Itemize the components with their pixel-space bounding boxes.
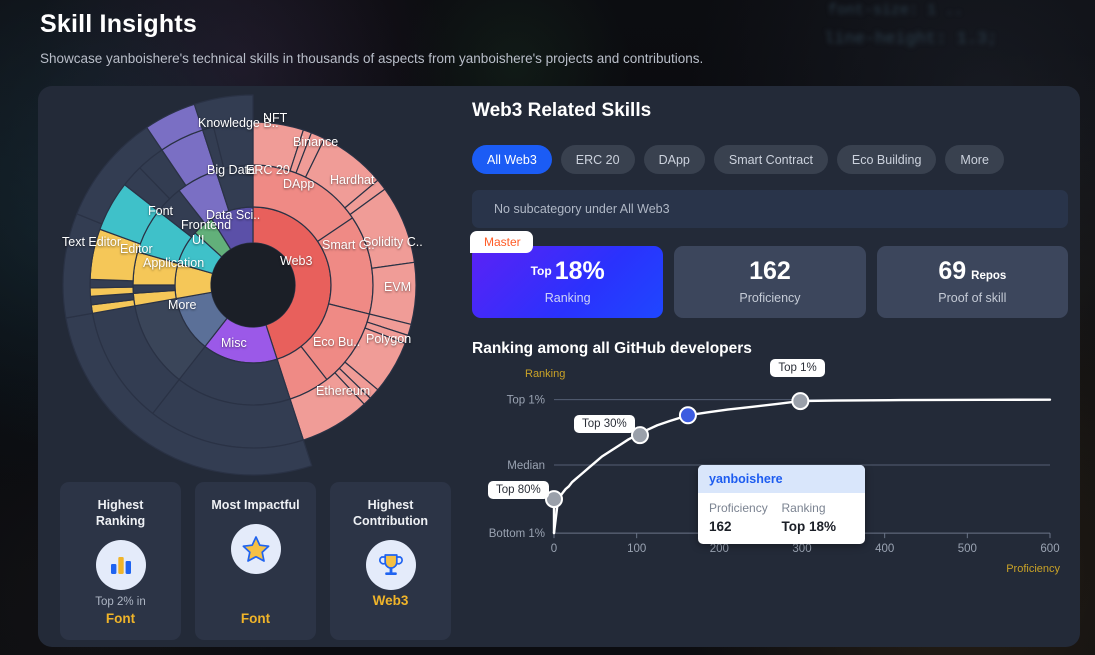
x-tick-label: 300 <box>792 543 811 555</box>
background-code-line-1: font-size: 1 .. <box>828 2 964 19</box>
card-title: Highest Contribution <box>353 498 428 528</box>
sunburst-svg <box>62 94 417 476</box>
chart-marker-label: Top 30% <box>573 415 635 434</box>
tooltip-body: Proficiency 162 Ranking Top 18% <box>698 493 865 544</box>
highlight-card-list: Highest Ranking Top 2% in Font Most Impac… <box>60 482 451 640</box>
chip-smart-contract[interactable]: Smart Contract <box>713 145 828 174</box>
left-column: Knowledge B.. NFT Binance Big Data ERC 20 DAp… <box>38 86 462 647</box>
highlight-card-most-impactful[interactable]: Most Impactful Font <box>195 482 316 640</box>
tooltip-key-proficiency: Proficiency <box>709 501 768 515</box>
card-value: Font <box>105 611 136 626</box>
chip-more[interactable]: More <box>945 145 1004 174</box>
page-root: font-size: 1 .. line-height: 1.3; Skill … <box>0 0 1095 655</box>
chip-erc-20[interactable]: ERC 20 <box>560 145 635 174</box>
tooltip-key-ranking: Ranking <box>781 501 826 515</box>
subcategory-notice: No subcategory under All Web3 <box>472 190 1068 228</box>
stat-value: 162 <box>749 257 791 285</box>
x-tick-label: 600 <box>1040 543 1059 555</box>
chip-dapp[interactable]: DApp <box>643 145 705 174</box>
card-subtext: Top 2% in <box>95 596 146 608</box>
tooltip-username: yanboishere <box>698 465 865 493</box>
x-tick-label: 200 <box>710 543 729 555</box>
stat-label: Proficiency <box>739 291 801 305</box>
y-tick-label: Top 1% <box>507 395 545 407</box>
right-column: Web3 Related Skills All Web3 ERC 20 DApp Sm… <box>470 100 1068 633</box>
category-filter-chips: All Web3 ERC 20 DApp Smart Contract Eco Buil… <box>472 145 1068 174</box>
sunburst-segment[interactable] <box>368 261 417 326</box>
chip-eco-building[interactable]: Eco Building <box>836 145 937 174</box>
trophy-icon <box>365 540 416 590</box>
stat-label: Ranking <box>544 291 591 305</box>
ranking-chart-section: Ranking among all GitHub developers Top … <box>472 340 1068 575</box>
x-axis-title: Proficiency <box>1006 563 1060 575</box>
stat-value: Top 18% <box>530 257 605 285</box>
star-icon <box>230 524 281 574</box>
x-tick-label: 0 <box>551 543 557 555</box>
sunburst-center <box>211 243 295 327</box>
chart-marker-label: Top 1% <box>770 359 825 378</box>
page-subtitle: Showcase yanboishere's technical skills … <box>40 51 704 66</box>
chart-marker[interactable] <box>678 406 697 425</box>
x-tick-label: 100 <box>627 543 646 555</box>
section-title: Web3 Related Skills <box>472 100 652 121</box>
x-tick-label: 500 <box>958 543 977 555</box>
chart-title: Ranking among all GitHub developers <box>472 340 752 357</box>
card-title: Highest Ranking <box>95 498 146 528</box>
main-panel: Knowledge B.. NFT Binance Big Data ERC 20 DAp… <box>38 86 1080 647</box>
highlight-card-highest-contribution[interactable]: Highest Contribution Web3 <box>330 482 451 640</box>
chip-all-web3[interactable]: All Web3 <box>472 145 552 174</box>
tooltip-value-ranking: Top 18% <box>781 519 837 534</box>
card-value: Web3 <box>372 593 409 608</box>
y-tick-label: Median <box>507 460 545 472</box>
stat-label: Proof of skill <box>938 291 1007 305</box>
stat-value: 69 Repos <box>938 257 1007 285</box>
stats-section: Master Top 18% Ranking 162 Proficiency 69 Repo… <box>470 231 1068 318</box>
page-header: Skill Insights Showcase yanboishere's te… <box>40 10 703 66</box>
chart-marker[interactable] <box>791 392 810 411</box>
chart-marker-label: Top 80% <box>488 481 549 500</box>
tooltip-value-proficiency: 162 <box>709 519 732 534</box>
ranking-line-chart[interactable]: Top 1% Median Bottom 1% 0 100 200 300 400 500 600… <box>472 359 1068 575</box>
card-value: Font <box>240 611 271 626</box>
skill-sunburst-chart[interactable]: Knowledge B.. NFT Binance Big Data ERC 20 DAp… <box>58 90 448 480</box>
highlight-card-highest-ranking[interactable]: Highest Ranking Top 2% in Font <box>60 482 181 640</box>
stat-card-list: Top 18% Ranking 162 Proficiency 69 Repos Proof … <box>472 246 1068 318</box>
x-tick-label: 400 <box>875 543 894 555</box>
stat-card-ranking: Top 18% Ranking <box>472 246 664 318</box>
page-title: Skill Insights <box>40 10 197 38</box>
background-code-line-2: line-height: 1.3; <box>824 30 998 49</box>
y-axis-title: Ranking <box>525 368 566 380</box>
stat-card-proficiency: 162 Proficiency <box>674 246 866 318</box>
chart-tooltip: yanboishere Proficiency 162 Ranking Top … <box>698 465 865 544</box>
mastery-badge: Master <box>470 231 533 253</box>
stat-card-proof-of-skill: 69 Repos Proof of skill <box>876 246 1068 318</box>
y-tick-label: Bottom 1% <box>489 528 545 540</box>
card-title: Most Impactful <box>211 498 300 512</box>
bar-chart-icon <box>95 540 146 590</box>
